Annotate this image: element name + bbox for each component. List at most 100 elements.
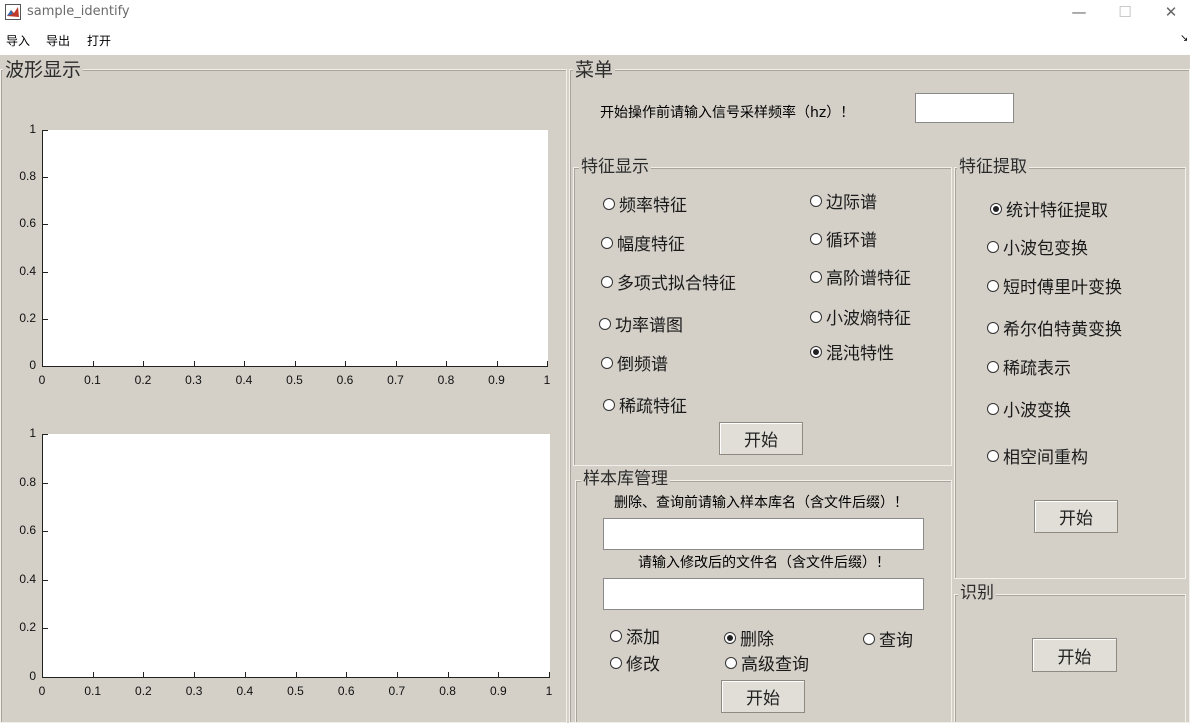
radio-polynomial-fit-feature[interactable]: 多项式拟合特征: [601, 269, 736, 294]
x-tick-mark: [295, 672, 297, 677]
radio-circle-icon: [810, 194, 822, 207]
sample-rate-input[interactable]: [915, 93, 1014, 123]
radio-circle-icon: [810, 310, 822, 323]
radio-circle-icon: [987, 321, 999, 334]
radio-marginal-spectrum[interactable]: 边际谱: [810, 188, 877, 213]
library-start-button[interactable]: 开始: [721, 680, 805, 713]
feature-display-title: 特征显示: [579, 157, 651, 177]
y-tick-label: 0.6: [19, 216, 36, 231]
library-panel-title: 样本库管理: [581, 469, 670, 489]
y-tick-label: 0: [29, 358, 36, 372]
x-tick-mark: [396, 672, 398, 677]
y-tick-label: 1: [29, 122, 36, 136]
menu-open[interactable]: 打开: [87, 32, 111, 49]
x-tick-label: 0.1: [84, 684, 102, 698]
separator: [0, 53, 1190, 55]
radio-amplitude-feature[interactable]: 幅度特征: [601, 230, 685, 255]
x-tick-mark: [244, 672, 246, 677]
y-tick-label: 0.6: [19, 523, 36, 538]
radio-sparse-feature[interactable]: 稀疏特征: [603, 392, 687, 417]
y-tick-mark: [43, 482, 48, 484]
y-tick-label: 0.4: [19, 571, 36, 586]
x-tick-label: 0.3: [185, 373, 202, 387]
radio-advanced-query[interactable]: 高级查询: [725, 650, 809, 675]
feature-extract-title: 特征提取: [957, 157, 1029, 177]
maximize-icon[interactable]: ☐: [1102, 0, 1148, 26]
x-tick-label: 0.6: [336, 373, 354, 387]
menu-import[interactable]: 导入: [6, 32, 30, 49]
radio-circle-icon: [863, 632, 875, 645]
radio-wavelet-entropy[interactable]: 小波熵特征: [810, 304, 911, 329]
x-tick-label: 0.7: [387, 373, 404, 387]
x-tick-label: 1: [545, 684, 553, 698]
radio-cyclic-spectrum[interactable]: 循环谱: [810, 226, 877, 251]
y-tick-mark: [43, 366, 48, 367]
radio-phase-space[interactable]: 相空间重构: [987, 443, 1088, 468]
radio-circle-icon: [987, 240, 999, 253]
radio-selected-icon: [990, 202, 1002, 215]
x-tick-mark: [549, 672, 550, 677]
radio-circle-icon: [810, 232, 822, 245]
radio-delete[interactable]: 删除: [724, 625, 774, 650]
dock-arrow-icon[interactable]: ↘: [1180, 33, 1188, 44]
radio-chaos-property[interactable]: 混沌特性: [810, 339, 894, 364]
x-tick-label: 0.2: [135, 684, 152, 698]
title-bar: sample_identify — ☐ ✕: [0, 0, 1190, 26]
radio-circle-icon: [603, 398, 615, 411]
y-tick-mark: [43, 628, 48, 630]
x-tick-label: 0.9: [488, 373, 505, 387]
x-tick-mark: [92, 672, 94, 677]
radio-statistical-feature[interactable]: 统计特征提取: [990, 196, 1108, 221]
feature-extract-start-button[interactable]: 开始: [1034, 500, 1118, 533]
library-name-label: 删除、查询前请输入样本库名（含文件后缀）！: [614, 495, 908, 511]
x-tick-label: 0.6: [337, 684, 355, 698]
x-tick-mark: [496, 361, 498, 366]
x-tick-mark: [547, 361, 548, 366]
y-tick-mark: [43, 224, 48, 226]
radio-stft[interactable]: 短时傅里叶变换: [987, 273, 1122, 298]
radio-wavelet-packet[interactable]: 小波包变换: [987, 234, 1088, 259]
radio-sparse-representation[interactable]: 稀疏表示: [987, 354, 1071, 379]
x-tick-label: 1: [543, 373, 551, 387]
y-tick-label: 0.2: [19, 310, 36, 325]
radio-add[interactable]: 添加: [610, 623, 660, 648]
radio-hilbert-huang[interactable]: 希尔伯特黄变换: [987, 315, 1122, 340]
radio-frequency-feature[interactable]: 频率特征: [603, 191, 687, 216]
window-title: sample_identify: [27, 4, 130, 19]
radio-circle-icon: [725, 656, 737, 669]
radio-query[interactable]: 查询: [863, 626, 913, 651]
rename-input[interactable]: [603, 578, 924, 610]
radio-cepstrum[interactable]: 倒频谱: [601, 350, 668, 375]
rename-label: 请输入修改后的文件名（含文件后缀）！: [638, 555, 890, 571]
minimize-icon[interactable]: —: [1056, 0, 1102, 26]
radio-power-spectrum[interactable]: 功率谱图: [599, 311, 683, 336]
radio-selected-icon: [810, 345, 822, 358]
menu-export[interactable]: 导出: [46, 32, 70, 49]
matlab-app-icon: [5, 4, 21, 20]
y-tick-label: 1: [29, 426, 36, 440]
radio-wavelet-transform[interactable]: 小波变换: [987, 396, 1071, 421]
x-tick-mark: [446, 361, 447, 366]
y-tick-label: 0.8: [19, 169, 36, 184]
identify-start-button[interactable]: 开始: [1032, 638, 1117, 672]
radio-higher-order-spectrum[interactable]: 高阶谱特征: [810, 264, 911, 289]
feature-display-start-button[interactable]: 开始: [719, 422, 803, 455]
radio-circle-icon: [610, 656, 622, 669]
x-tick-mark: [143, 672, 145, 677]
library-name-input[interactable]: [603, 518, 924, 550]
x-tick-label: 0.5: [287, 684, 304, 698]
y-tick-mark: [43, 130, 48, 131]
x-tick-label: 0.2: [134, 373, 152, 387]
x-tick-label: 0.8: [439, 684, 456, 698]
close-icon[interactable]: ✕: [1148, 0, 1190, 26]
sample-rate-label: 开始操作前请输入信号采样频率（hz）！: [600, 105, 855, 121]
radio-modify[interactable]: 修改: [610, 650, 660, 675]
x-tick-label: 0.8: [437, 373, 455, 387]
x-tick-label: 0.4: [236, 684, 254, 698]
chart-1-axes[interactable]: [42, 130, 548, 367]
radio-circle-icon: [601, 275, 613, 288]
chart-2-axes[interactable]: [42, 434, 550, 678]
x-tick-mark: [346, 672, 348, 677]
x-tick-mark: [193, 361, 195, 366]
menu-bar: 导入 导出 打开 ↘: [0, 26, 1190, 54]
